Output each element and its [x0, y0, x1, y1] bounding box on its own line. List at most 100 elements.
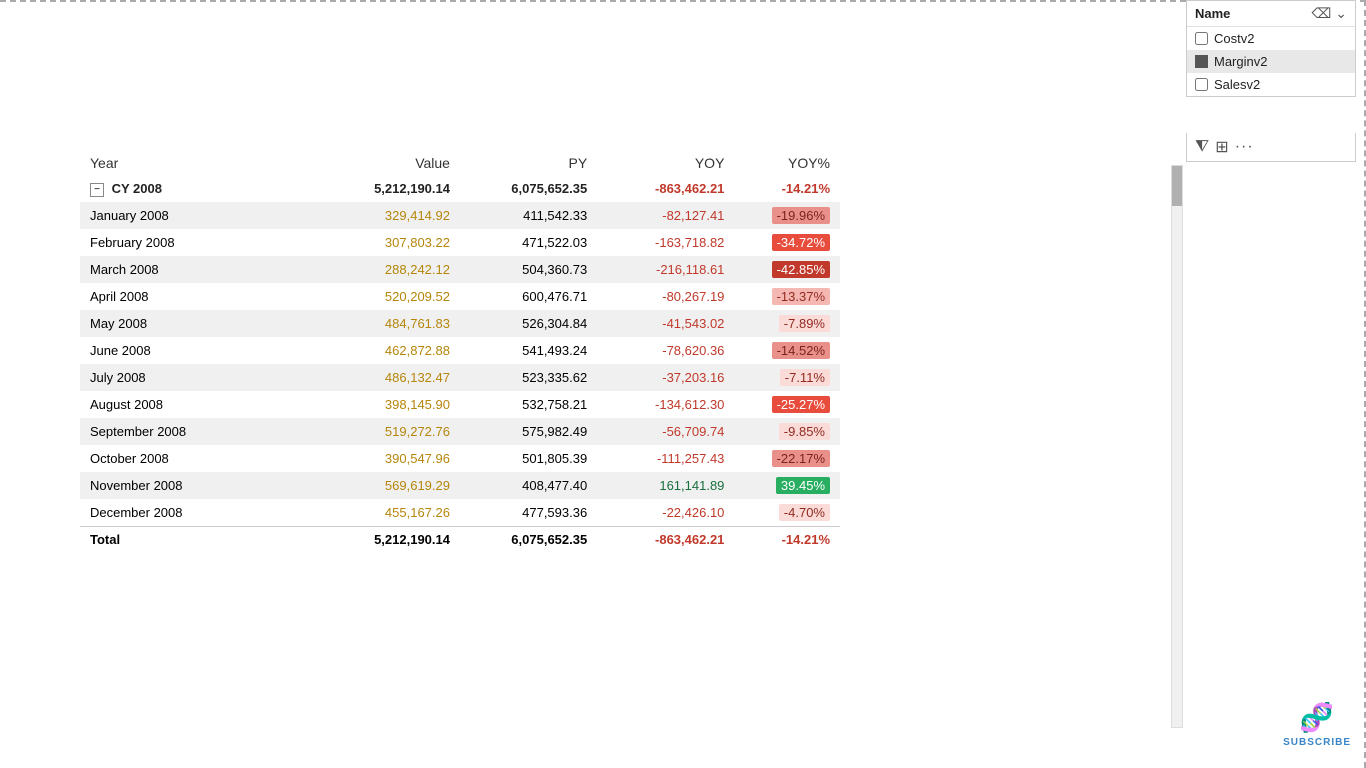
total-label: Total [80, 526, 312, 552]
cy-label: CY 2008 [112, 181, 162, 196]
marginv2-checkbox-filled[interactable] [1195, 55, 1208, 68]
marginv2-label: Marginv2 [1214, 54, 1267, 69]
costv2-checkbox[interactable] [1195, 32, 1208, 45]
main-table: Year Value PY YOY YOY% − CY 2008 5,212,1… [80, 150, 840, 552]
ellipsis-icon[interactable]: ··· [1235, 138, 1254, 156]
total-yoy: -863,462.21 [597, 526, 734, 552]
total-yoypct: -14.21% [734, 526, 840, 552]
table-row: March 2008 288,242.12 504,360.73 -216,11… [80, 256, 840, 283]
month-label: September 2008 [80, 418, 312, 445]
month-yoypct: -34.72% [734, 229, 840, 256]
table-row: September 2008 519,272.76 575,982.49 -56… [80, 418, 840, 445]
subscribe-badge[interactable]: 🧬 SUBSCRIBE [1283, 699, 1351, 748]
month-value: 329,414.92 [312, 202, 460, 229]
field-item-costv2[interactable]: Costv2 [1187, 27, 1355, 50]
salesv2-checkbox[interactable] [1195, 78, 1208, 91]
month-py: 541,493.24 [460, 337, 597, 364]
month-label: March 2008 [80, 256, 312, 283]
month-value: 569,619.29 [312, 472, 460, 499]
month-py: 471,522.03 [460, 229, 597, 256]
month-value: 520,209.52 [312, 283, 460, 310]
month-py: 408,477.40 [460, 472, 597, 499]
cy-yoy: -863,462.21 [597, 176, 734, 202]
month-yoy: -163,718.82 [597, 229, 734, 256]
month-yoypct: -13.37% [734, 283, 840, 310]
month-label: February 2008 [80, 229, 312, 256]
field-panel: Name ⌫ ⌄ Costv2 Marginv2 Salesv2 [1186, 0, 1356, 97]
table-row: December 2008 455,167.26 477,593.36 -22,… [80, 499, 840, 527]
table-row: January 2008 329,414.92 411,542.33 -82,1… [80, 202, 840, 229]
month-yoypct: 39.45% [734, 472, 840, 499]
month-yoy: -80,267.19 [597, 283, 734, 310]
month-py: 532,758.21 [460, 391, 597, 418]
month-py: 526,304.84 [460, 310, 597, 337]
month-yoypct: -25.27% [734, 391, 840, 418]
header-row: Year Value PY YOY YOY% [80, 150, 840, 176]
month-py: 600,476.71 [460, 283, 597, 310]
table-row: February 2008 307,803.22 471,522.03 -163… [80, 229, 840, 256]
table-row: June 2008 462,872.88 541,493.24 -78,620.… [80, 337, 840, 364]
subscribe-text: SUBSCRIBE [1283, 737, 1351, 748]
field-panel-icons: ⌫ ⌄ [1311, 5, 1347, 22]
cy-py: 6,075,652.35 [460, 176, 597, 202]
dna-icon: 🧬 [1299, 699, 1335, 735]
grid-icon[interactable]: ⊞ [1215, 137, 1228, 157]
filter-icon[interactable]: ⧨ [1195, 138, 1209, 156]
page-wrapper: Name ⌫ ⌄ Costv2 Marginv2 Salesv2 ⧨ ⊞ ··· [0, 0, 1366, 768]
cy-value: 5,212,190.14 [312, 176, 460, 202]
month-yoy: -82,127.41 [597, 202, 734, 229]
salesv2-label: Salesv2 [1214, 77, 1260, 92]
month-label: April 2008 [80, 283, 312, 310]
month-yoy: -111,257.43 [597, 445, 734, 472]
month-py: 504,360.73 [460, 256, 597, 283]
month-label: January 2008 [80, 202, 312, 229]
total-value: 5,212,190.14 [312, 526, 460, 552]
month-yoypct: -22.17% [734, 445, 840, 472]
month-value: 486,132.47 [312, 364, 460, 391]
month-yoypct: -9.85% [734, 418, 840, 445]
field-item-marginv2[interactable]: Marginv2 [1187, 50, 1355, 73]
month-yoypct: -14.52% [734, 337, 840, 364]
month-py: 501,805.39 [460, 445, 597, 472]
svg-text:🧬: 🧬 [1299, 700, 1334, 734]
chevron-down-icon[interactable]: ⌄ [1335, 5, 1347, 22]
month-yoy: -216,118.61 [597, 256, 734, 283]
month-label: October 2008 [80, 445, 312, 472]
costv2-label: Costv2 [1214, 31, 1254, 46]
col-header-value: Value [312, 150, 460, 176]
month-yoypct: -19.96% [734, 202, 840, 229]
month-yoy: -22,426.10 [597, 499, 734, 527]
cy-year: − CY 2008 [80, 176, 312, 202]
month-value: 462,872.88 [312, 337, 460, 364]
month-value: 455,167.26 [312, 499, 460, 527]
month-yoy: -56,709.74 [597, 418, 734, 445]
field-item-salesv2[interactable]: Salesv2 [1187, 73, 1355, 96]
table-wrapper: Year Value PY YOY YOY% − CY 2008 5,212,1… [80, 0, 1166, 552]
month-label: November 2008 [80, 472, 312, 499]
month-label: May 2008 [80, 310, 312, 337]
month-value: 390,547.96 [312, 445, 460, 472]
field-panel-header: Name ⌫ ⌄ [1187, 1, 1355, 27]
month-label: December 2008 [80, 499, 312, 527]
month-label: July 2008 [80, 364, 312, 391]
month-value: 307,803.22 [312, 229, 460, 256]
month-py: 411,542.33 [460, 202, 597, 229]
total-row: Total 5,212,190.14 6,075,652.35 -863,462… [80, 526, 840, 552]
month-yoy: 161,141.89 [597, 472, 734, 499]
scrollbar-thumb[interactable] [1172, 166, 1182, 206]
month-yoy: -78,620.36 [597, 337, 734, 364]
table-row: October 2008 390,547.96 501,805.39 -111,… [80, 445, 840, 472]
month-label: June 2008 [80, 337, 312, 364]
total-py: 6,075,652.35 [460, 526, 597, 552]
scrollbar-track[interactable] [1171, 165, 1183, 728]
collapse-icon[interactable]: − [90, 183, 104, 197]
month-yoypct: -4.70% [734, 499, 840, 527]
cy-row: − CY 2008 5,212,190.14 6,075,652.35 -863… [80, 176, 840, 202]
month-value: 398,145.90 [312, 391, 460, 418]
table-row: April 2008 520,209.52 600,476.71 -80,267… [80, 283, 840, 310]
month-label: August 2008 [80, 391, 312, 418]
month-value: 484,761.83 [312, 310, 460, 337]
month-yoy: -134,612.30 [597, 391, 734, 418]
table-row: July 2008 486,132.47 523,335.62 -37,203.… [80, 364, 840, 391]
eraser-icon[interactable]: ⌫ [1311, 5, 1331, 22]
